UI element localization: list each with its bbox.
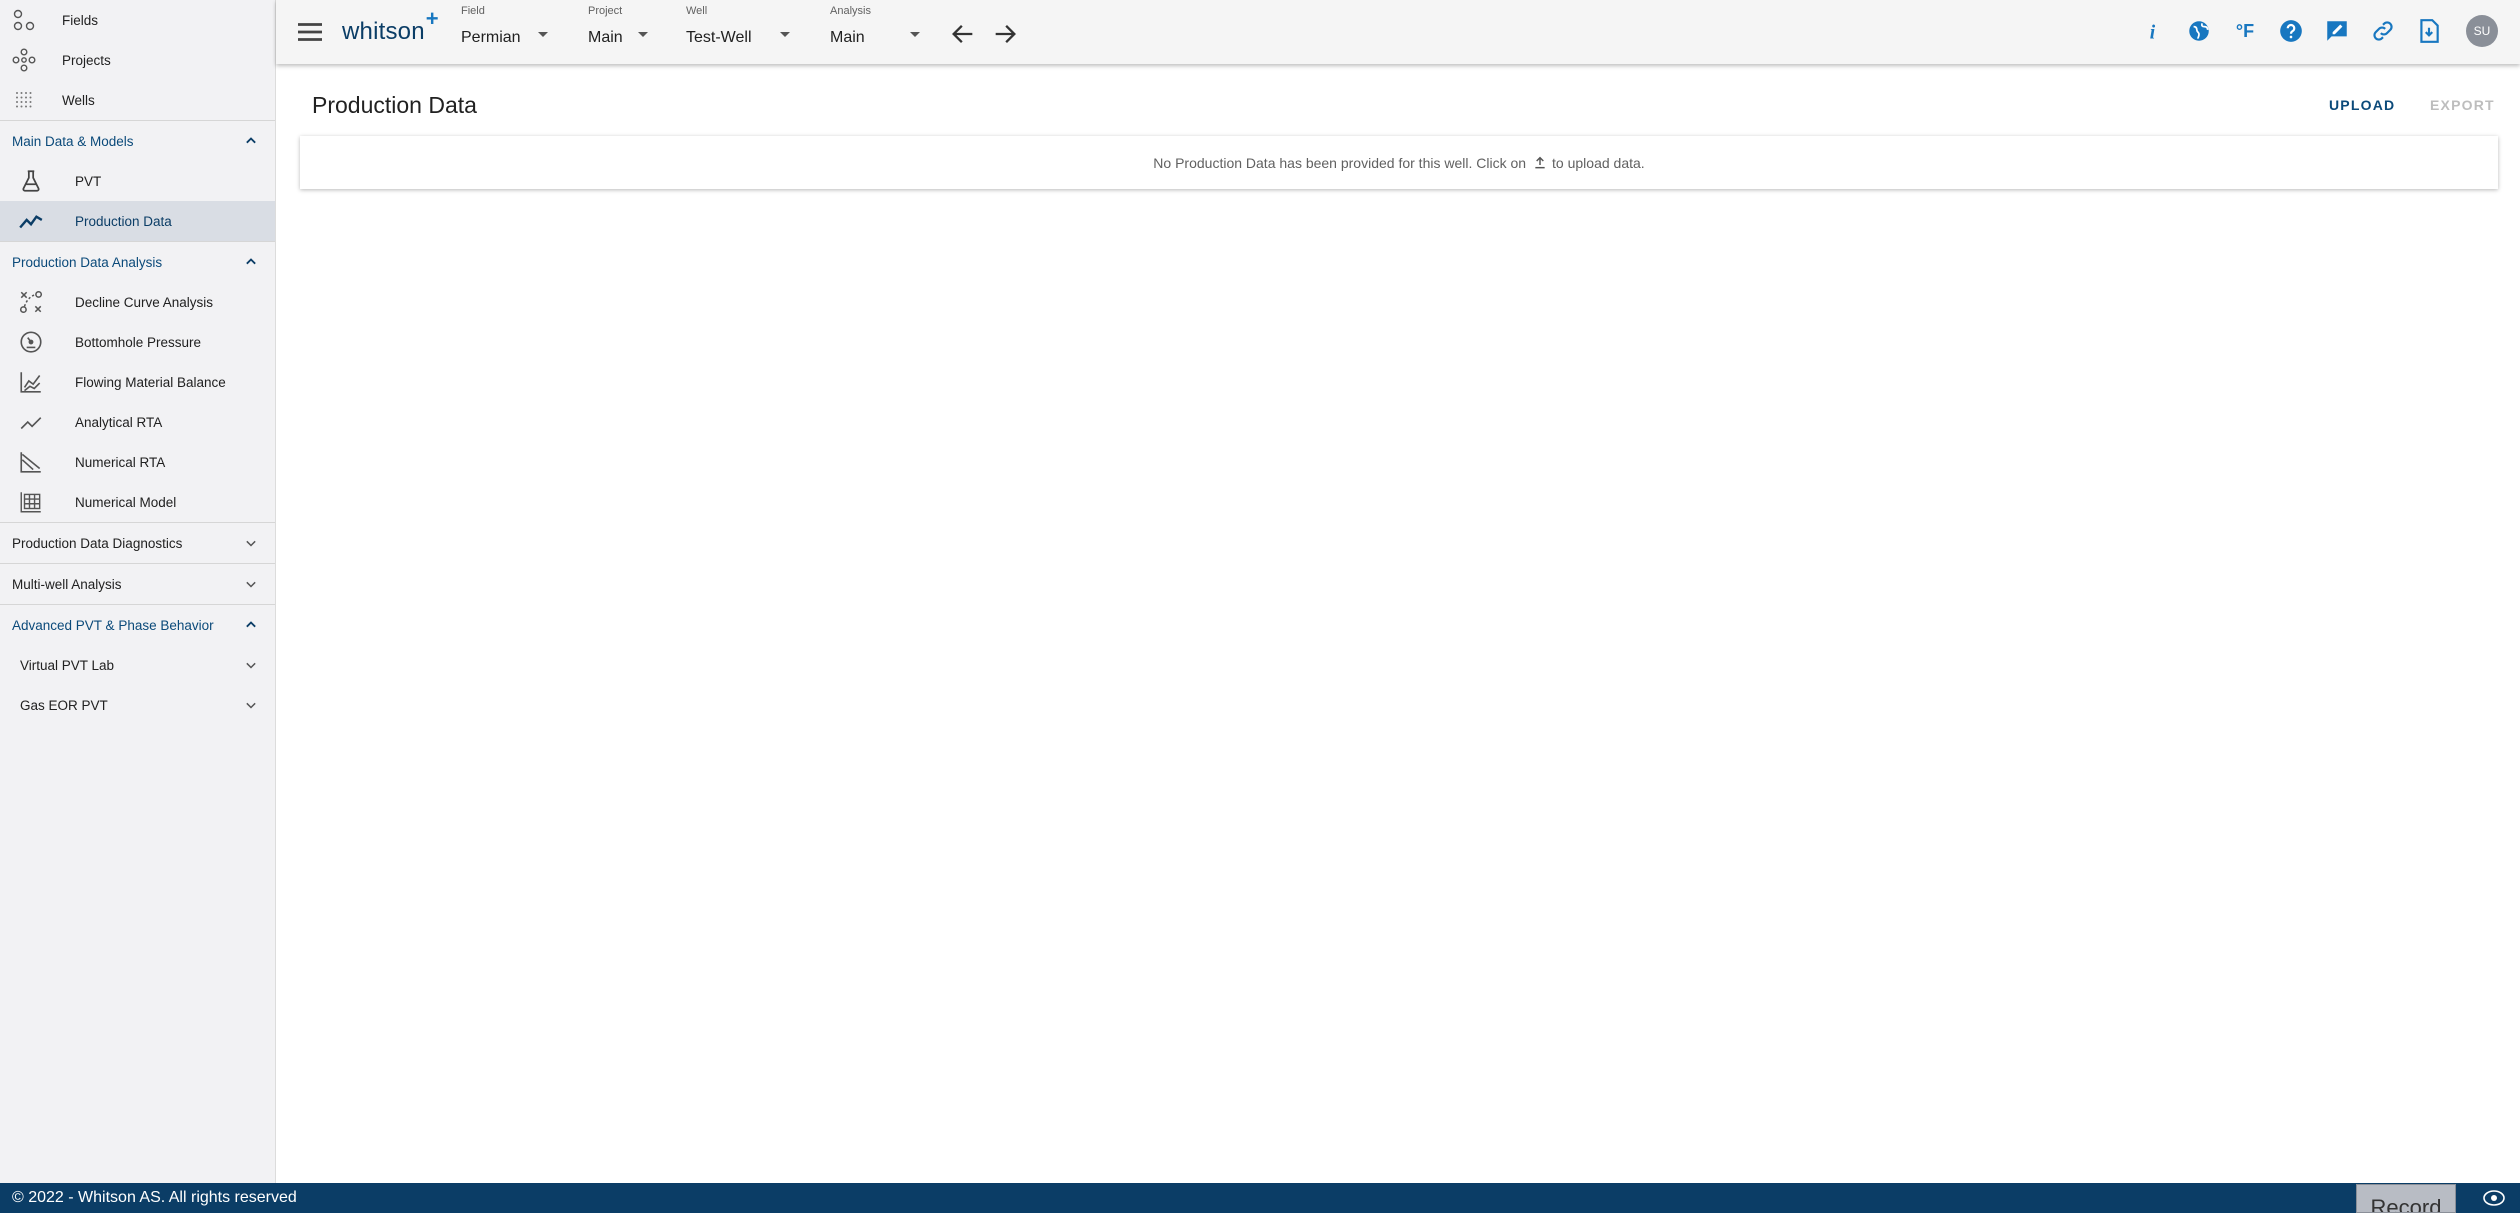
chevron-down-icon [241,533,261,553]
section-production-data-analysis[interactable]: Production Data Analysis [0,242,275,282]
top-app-bar: whitson + Field Permian Project Main Well… [276,0,2520,64]
export-button[interactable]: EXPORT [2430,97,2495,113]
upload-button[interactable]: UPLOAD [2329,97,2395,113]
section-label: Multi-well Analysis [12,576,122,592]
section-multi-well-analysis[interactable]: Multi-well Analysis [0,564,275,604]
feedback-icon[interactable] [2324,18,2350,44]
sidebar-item-label: Flowing Material Balance [75,374,226,390]
sidebar-item-label: Production Data [75,213,172,229]
info-icon[interactable]: i [2140,18,2166,44]
sidebar-item-wells[interactable]: Wells [0,80,275,120]
temperature-unit-icon[interactable]: °F [2232,18,2258,44]
sidebar-item-label: PVT [75,173,102,189]
chevron-down-icon [241,574,261,594]
chevron-up-icon [241,131,261,151]
sidebar-item-label: Fields [62,12,99,28]
empty-message-end: to upload data. [1552,154,1645,171]
cookie-settings-icon[interactable] [2482,1188,2506,1208]
sidebar-item-flowing-material-balance[interactable]: Flowing Material Balance [0,362,275,402]
sidebar-item-label: Decline Curve Analysis [75,294,214,310]
avatar-initials: SU [2473,24,2491,38]
chevron-up-icon [241,252,261,272]
sidebar-item-decline-curve-analysis[interactable]: Decline Curve Analysis [0,282,275,322]
trend-line-icon [18,208,44,234]
chevron-down-icon [241,655,261,675]
gauge-icon [18,329,44,355]
user-avatar[interactable]: SU [2466,15,2498,47]
sidebar-item-label: Numerical RTA [75,454,166,470]
copyright-text: © 2022 - Whitson AS. All rights reserved [12,1189,297,1206]
section-label: Main Data & Models [12,133,134,149]
help-icon[interactable] [2278,18,2304,44]
svg-text:i: i [2150,23,2156,44]
upload-icon [1532,155,1548,171]
chevron-up-icon [241,615,261,635]
projects-icon [12,48,36,72]
numerical-rta-icon [18,449,44,475]
decline-curve-icon [18,289,44,315]
area-chart-icon [18,369,44,395]
section-advanced-pvt[interactable]: Advanced PVT & Phase Behavior [0,605,275,645]
sidebar-item-bottomhole-pressure[interactable]: Bottomhole Pressure [0,322,275,362]
section-virtual-pvt-lab[interactable]: Virtual PVT Lab [0,645,275,685]
link-icon[interactable] [2370,18,2396,44]
section-label: Production Data Analysis [12,254,163,270]
page-title: Production Data [312,92,477,118]
section-main-data-models[interactable]: Main Data & Models [0,121,275,161]
sidebar-item-projects[interactable]: Projects [0,40,275,80]
sidebar-item-label: Bottomhole Pressure [75,334,202,350]
record-button[interactable]: Record [2356,1184,2456,1213]
section-label: Virtual PVT Lab [20,657,115,673]
sidebar-item-pvt[interactable]: PVT [0,161,275,201]
sidebar-item-label: Projects [62,52,111,68]
section-label: Production Data Diagnostics [12,535,183,551]
wells-icon [12,88,36,112]
sidebar-item-numerical-rta[interactable]: Numerical RTA [0,442,275,482]
globe-icon[interactable] [2186,18,2212,44]
sidebar-item-label: Analytical RTA [75,414,163,430]
temperature-unit-label: °F [2235,20,2255,41]
sidebar-item-production-data[interactable]: Production Data [0,201,275,241]
empty-state-card: No Production Data has been provided for… [300,136,2498,189]
chevron-down-icon [241,695,261,715]
sidebar-item-label: Wells [62,92,95,108]
sidebar-item-analytical-rta[interactable]: Analytical RTA [0,402,275,442]
section-label: Gas EOR PVT [20,697,108,713]
flask-icon [18,168,44,194]
toolbar-actions: i °F SU [276,0,2520,64]
empty-message-start: No Production Data has been provided for… [1153,154,1527,171]
section-label: Advanced PVT & Phase Behavior [12,617,214,633]
sidebar-item-label: Numerical Model [75,494,177,510]
sidebar-item-fields[interactable]: Fields [0,0,275,40]
section-production-data-diagnostics[interactable]: Production Data Diagnostics [0,523,275,563]
fields-icon [12,8,36,32]
footer: © 2022 - Whitson AS. All rights reserved [0,1183,2520,1213]
sidebar-item-numerical-model[interactable]: Numerical Model [0,482,275,522]
file-download-icon[interactable] [2416,18,2442,44]
line-chart-icon [18,409,44,435]
grid-model-icon [18,489,44,515]
sidebar: Fields Projects Wells Main Data & Models [0,0,276,1183]
record-label: Record [2370,1195,2442,1213]
section-gas-eor-pvt[interactable]: Gas EOR PVT [0,685,275,725]
